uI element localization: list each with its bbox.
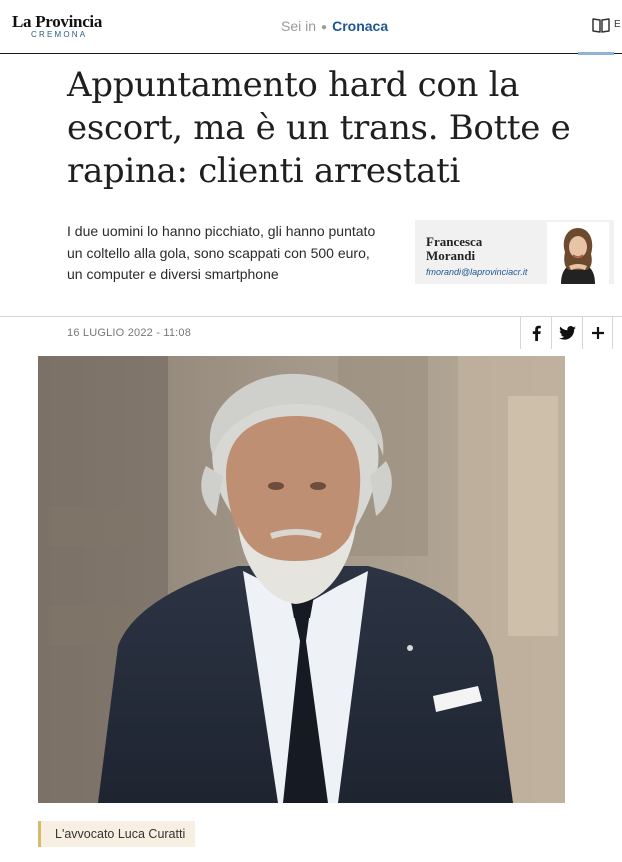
author-email[interactable]: fmorandi@laprovinciacr.it xyxy=(426,267,527,277)
logo-main-text: La Provincia xyxy=(12,12,103,31)
breadcrumb-separator: ● xyxy=(321,22,328,33)
share-facebook-button[interactable] xyxy=(520,317,551,349)
logo-sub-text: CREMONA xyxy=(31,30,88,39)
breadcrumb: Sei in ● Cronaca xyxy=(281,17,388,37)
plus-icon xyxy=(591,327,604,339)
site-logo[interactable]: La Provincia CREMONA xyxy=(12,13,102,39)
accent-line xyxy=(578,52,614,55)
share-more-button[interactable] xyxy=(582,317,613,349)
article-photo xyxy=(38,356,565,803)
article-date: 16 LUGLIO 2022 - 11:08 xyxy=(67,327,192,339)
article-title: Appuntamento hard con la escort, ma è un… xyxy=(67,65,571,191)
article-summary: I due uomini lo hanno picchiato, gli han… xyxy=(67,223,376,282)
author-card[interactable]: Francesca Morandi fmorandi@laprovinciacr… xyxy=(415,220,614,284)
breadcrumb-prefix: Sei in xyxy=(281,18,317,34)
book-icon[interactable] xyxy=(592,17,610,33)
facebook-icon xyxy=(532,325,541,341)
author-name: Francesca Morandi xyxy=(426,234,483,263)
top-bar: La Provincia CREMONA Sei in ● Cronaca E xyxy=(0,0,622,55)
photo-caption: L'avvocato Luca Curatti xyxy=(38,821,196,847)
edge-menu-letter[interactable]: E xyxy=(614,19,621,30)
author-avatar xyxy=(547,222,609,284)
breadcrumb-section-link[interactable]: Cronaca xyxy=(332,18,388,34)
share-twitter-button[interactable] xyxy=(551,317,582,349)
twitter-icon xyxy=(558,326,576,340)
